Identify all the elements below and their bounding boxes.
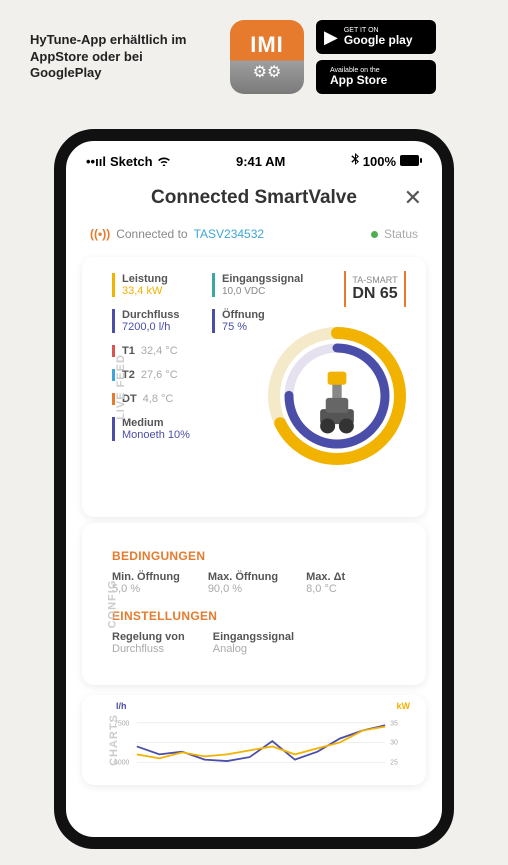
signal-icon: ••ııl bbox=[86, 154, 106, 169]
live-feed-card: LIVE FEED Leistung 33,4 kW Durchfluss 72… bbox=[82, 257, 426, 517]
charts-card: CHARTS l/h kW 7500 6000 35 30 25 bbox=[82, 695, 426, 785]
metric-medium: Medium Monoeth 10% bbox=[112, 417, 194, 441]
google-play-badge[interactable]: ▶ GET IT ON Google play bbox=[316, 20, 436, 54]
config-regelung: Regelung von Durchfluss bbox=[112, 631, 185, 655]
app-icon: IMI ⚙⚙ bbox=[230, 20, 304, 94]
promo-text: HyTune-App erhältlich im AppStore oder b… bbox=[30, 32, 210, 83]
metric-signal: Eingangssignal 10,0 VDC bbox=[212, 273, 302, 297]
status-label: Status bbox=[384, 227, 418, 241]
gear-icon: ⚙⚙ bbox=[253, 62, 282, 82]
config-title-bedingungen: BEDINGUNGEN bbox=[112, 549, 410, 563]
play-icon: ▶ bbox=[324, 27, 338, 48]
status-bar: ••ııl Sketch 9:41 AM 100% bbox=[66, 141, 442, 173]
connection-bar: ((•)) Connected to TASV234532 Status bbox=[66, 223, 442, 251]
svg-text:25: 25 bbox=[390, 759, 398, 766]
chart-left-unit: l/h bbox=[116, 701, 127, 711]
svg-text:35: 35 bbox=[390, 721, 398, 728]
device-id[interactable]: TASV234532 bbox=[194, 227, 265, 241]
config-min-offnung: Min. Öffnung 5,0 % bbox=[112, 571, 180, 595]
promo-header: HyTune-App erhältlich im AppStore oder b… bbox=[0, 0, 508, 104]
app-store-badge[interactable]: Available on the App Store bbox=[316, 60, 436, 94]
screen-header: Connected SmartValve ✕ bbox=[66, 173, 442, 223]
status-indicator-icon bbox=[371, 231, 378, 238]
connected-label: Connected to bbox=[116, 227, 187, 241]
config-vlabel: CONFIG bbox=[106, 580, 118, 629]
live-feed-vlabel: LIVE FEED bbox=[115, 354, 127, 420]
carrier-name: Sketch bbox=[110, 154, 153, 169]
svg-text:30: 30 bbox=[390, 739, 398, 746]
config-signal: Eingangssignal Analog bbox=[213, 631, 294, 655]
chart-plot: 7500 6000 35 30 25 bbox=[112, 705, 410, 770]
product-badge: TA-SMART DN 65 bbox=[344, 271, 406, 307]
config-max-offnung: Max. Öffnung 90,0 % bbox=[208, 571, 278, 595]
close-button[interactable]: ✕ bbox=[404, 185, 422, 211]
valve-image bbox=[300, 362, 375, 437]
gauge bbox=[262, 321, 412, 471]
phone-frame: ••ııl Sketch 9:41 AM 100% Connected Smar… bbox=[54, 129, 454, 849]
charts-vlabel: CHARTS bbox=[108, 714, 120, 766]
product-series: TA-SMART bbox=[346, 275, 404, 285]
metric-durchfluss: Durchfluss 7200,0 l/h bbox=[112, 309, 194, 333]
bluetooth-icon bbox=[351, 153, 359, 169]
product-size: DN 65 bbox=[346, 285, 404, 303]
status-time: 9:41 AM bbox=[236, 154, 285, 169]
config-title-einstellungen: EINSTELLUNGEN bbox=[112, 609, 410, 623]
config-max-dt: Max. Δt 8,0 °C bbox=[306, 571, 345, 595]
config-card: CONFIG BEDINGUNGEN Min. Öffnung 5,0 % Ma… bbox=[82, 523, 426, 685]
app-icon-label: IMI bbox=[250, 32, 284, 58]
metric-leistung: Leistung 33,4 kW bbox=[112, 273, 194, 297]
battery-text: 100% bbox=[363, 154, 396, 169]
wifi-icon bbox=[157, 154, 171, 169]
chart-right-unit: kW bbox=[397, 701, 411, 711]
store-badges: ▶ GET IT ON Google play Available on the… bbox=[316, 20, 436, 94]
battery-icon bbox=[400, 154, 422, 169]
page-title: Connected SmartValve bbox=[151, 187, 357, 209]
broadcast-icon: ((•)) bbox=[90, 227, 110, 241]
